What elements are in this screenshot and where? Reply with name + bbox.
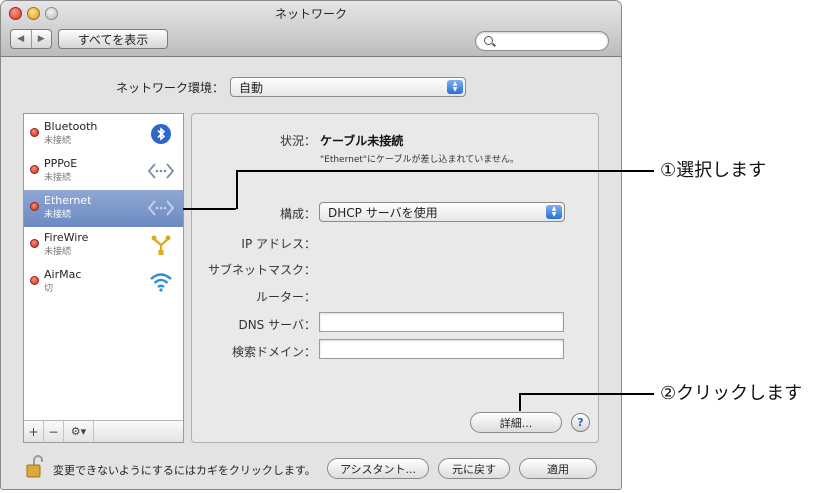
remove-service-button[interactable]: − (44, 421, 64, 442)
service-name: Bluetooth (44, 120, 98, 133)
service-name: Ethernet (44, 194, 92, 207)
config-value: DHCP サーバを使用 (328, 205, 438, 220)
service-list: Bluetooth 未接続 PPPoE 未接続 Ethernet 未接続 Fir… (23, 113, 184, 443)
location-popup[interactable]: 自動 ▲ ▼ (230, 77, 466, 97)
revert-button[interactable]: 元に戻す (438, 458, 510, 479)
location-value: 自動 (239, 80, 264, 95)
search-domain-label: 検索ドメイン： (231, 345, 316, 359)
wifi-icon (148, 269, 174, 295)
forward-button[interactable]: ▶ (32, 30, 52, 48)
location-label: ネットワーク環境： (115, 81, 224, 95)
status-label: 状況： (279, 134, 316, 148)
service-status: 切 (44, 284, 54, 294)
assistant-button[interactable]: アシスタント... (327, 458, 429, 479)
search-input[interactable] (475, 31, 609, 51)
help-button[interactable]: ? (571, 413, 590, 432)
service-status: 未接続 (44, 136, 72, 146)
service-item-firewire[interactable]: FireWire 未接続 (24, 227, 183, 264)
callout-line-select (236, 170, 238, 209)
service-item-ethernet[interactable]: Ethernet 未接続 (24, 190, 183, 227)
dns-server-field[interactable] (319, 312, 564, 332)
network-preferences-window: ネットワーク ◀ ▶ すべてを表示 ネットワーク環境： 自動 ▲ ▼ Blueto… (0, 0, 622, 490)
lock-icon[interactable] (25, 455, 45, 479)
popup-arrows-icon: ▲ ▼ (447, 80, 463, 94)
service-list-toolbar: + − ⚙▾ (24, 420, 183, 442)
service-name: PPPoE (44, 157, 78, 170)
service-item-bluetooth[interactable]: Bluetooth 未接続 (24, 116, 183, 153)
show-all-button[interactable]: すべてを表示 (58, 29, 168, 49)
subnet-mask-label: サブネットマスク： (207, 263, 316, 277)
config-popup[interactable]: DHCP サーバを使用 ▲ ▼ (319, 202, 565, 222)
service-name: AirMac (44, 268, 82, 281)
status-description: "Ethernet"にケーブルが差し込まれていません。 (320, 155, 519, 165)
advanced-button[interactable]: 詳細... (470, 412, 562, 433)
popup-arrows-icon: ▲ ▼ (546, 205, 562, 219)
service-status: 未接続 (44, 173, 72, 183)
annotation-click: ②クリックします (660, 383, 803, 404)
status-red-icon (30, 128, 39, 137)
callout-line-select (183, 208, 236, 210)
callout-line-click (519, 393, 654, 395)
back-forward-control: ◀ ▶ (10, 29, 52, 49)
ip-address-label: IP アドレス： (241, 237, 316, 251)
status-red-icon (30, 276, 39, 285)
title-bar: ネットワーク ◀ ▶ すべてを表示 (1, 1, 621, 57)
back-button[interactable]: ◀ (11, 30, 32, 48)
callout-line-select (236, 170, 654, 172)
add-service-button[interactable]: + (24, 421, 44, 442)
service-item-airmac[interactable]: AirMac 切 (24, 264, 183, 301)
annotation-select: ①選択します (660, 160, 767, 181)
service-item-pppoe[interactable]: PPPoE 未接続 (24, 153, 183, 190)
firewire-icon (148, 232, 174, 258)
apply-button[interactable]: 適用 (519, 458, 597, 479)
lock-message: 変更できないようにするにはカギをクリックします。 (53, 464, 316, 477)
status-value: ケーブル未接続 (320, 134, 404, 148)
callout-line-click (519, 393, 521, 411)
status-red-icon (30, 239, 39, 248)
router-label: ルーター： (255, 290, 316, 304)
ethernet-icon (148, 158, 174, 184)
search-domain-field[interactable] (319, 339, 564, 359)
ethernet-icon (148, 195, 174, 221)
window-title: ネットワーク (274, 7, 347, 21)
status-red-icon (30, 202, 39, 211)
service-name: FireWire (44, 231, 89, 244)
gear-icon[interactable]: ⚙▾ (64, 421, 94, 442)
search-icon (484, 36, 493, 45)
status-red-icon (30, 165, 39, 174)
service-status: 未接続 (44, 247, 72, 257)
service-status: 未接続 (44, 210, 72, 220)
bluetooth-icon (148, 121, 174, 147)
dns-server-label: DNS サーバ： (238, 318, 316, 332)
